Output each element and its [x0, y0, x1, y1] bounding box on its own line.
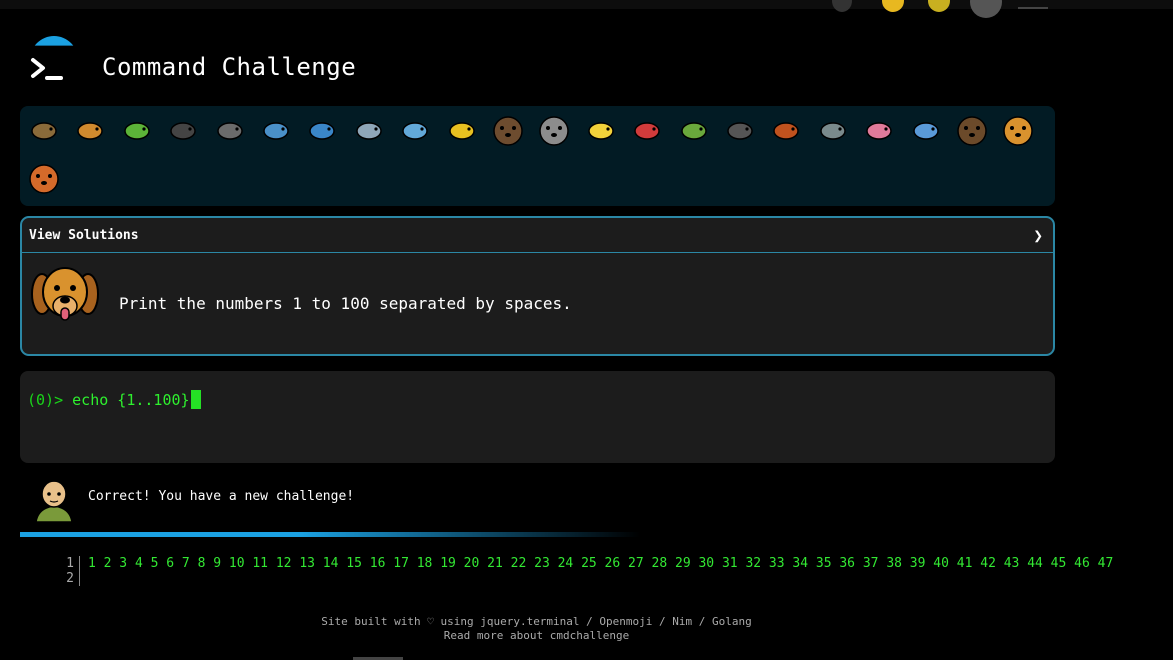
butterfly-icon[interactable] [72, 112, 108, 148]
spider-web-icon[interactable] [212, 112, 248, 148]
terminal-prompt-line[interactable]: (0)> echo {1..100} [27, 390, 201, 409]
challenge-animal-strip [20, 106, 1055, 206]
top-bar [0, 0, 1173, 18]
view-solutions-header[interactable]: View Solutions ❯ [22, 218, 1053, 253]
bee-icon[interactable] [583, 112, 619, 148]
terminal[interactable]: (0)> echo {1..100} [20, 371, 1055, 463]
microbe-icon[interactable] [908, 112, 944, 148]
shark-icon[interactable] [304, 112, 340, 148]
top-icon-3[interactable] [928, 0, 950, 12]
terminal-icon [31, 58, 63, 80]
view-solutions-label[interactable]: View Solutions [29, 228, 139, 243]
top-avatar[interactable] [970, 0, 1002, 18]
footer-credits: Site built with ♡ using jquery.terminal … [321, 615, 752, 628]
command-input[interactable]: echo {1..100} [72, 391, 189, 409]
spider-icon[interactable] [722, 112, 758, 148]
line-number: 2 [66, 571, 74, 586]
scorpion-icon[interactable] [768, 112, 804, 148]
ladybug-icon[interactable] [629, 112, 665, 148]
dog-face-icon [31, 267, 99, 321]
top-icon-1[interactable] [832, 0, 852, 12]
page-title: Command Challenge [102, 53, 357, 81]
chevron-right-icon[interactable]: ❯ [1033, 226, 1043, 245]
challenge-description: Print the numbers 1 to 100 separated by … [119, 294, 572, 313]
footer: Site built with ♡ using jquery.terminal … [0, 615, 1073, 643]
result-message: Correct! You have a new challenge! [88, 489, 355, 504]
fish-icon[interactable] [397, 112, 433, 148]
ant-icon[interactable] [165, 112, 201, 148]
command-output: 1 1 2 3 4 5 6 7 8 9 10 11 12 13 14 15 16… [60, 556, 1173, 586]
tropical-fish-icon[interactable] [444, 112, 480, 148]
worm-icon[interactable] [861, 112, 897, 148]
terminal-cursor [190, 390, 201, 409]
monkey-icon[interactable] [954, 112, 990, 148]
footer-read-more-link[interactable]: Read more about cmdchallenge [0, 629, 1073, 643]
caterpillar-icon[interactable] [119, 112, 155, 148]
line-number: 1 [66, 556, 74, 571]
snail-icon[interactable] [26, 112, 62, 148]
dog-icon[interactable] [1000, 112, 1036, 148]
prompt-symbol: (0)> [27, 391, 64, 409]
output-line-1: 1 1 2 3 4 5 6 7 8 9 10 11 12 13 14 15 16… [60, 556, 1173, 571]
cricket-icon[interactable] [676, 112, 712, 148]
challenge-panel: View Solutions ❯ Print the numbers 1 to … [20, 216, 1055, 356]
fly-icon[interactable] [815, 112, 851, 148]
fox-icon[interactable] [26, 160, 62, 196]
hedgehog-icon[interactable] [490, 112, 526, 148]
whale-icon[interactable] [258, 112, 294, 148]
output-divider [20, 532, 640, 537]
wolf-icon[interactable] [536, 112, 572, 148]
output-text: 1 2 3 4 5 6 7 8 9 10 11 12 13 14 15 16 1… [88, 556, 1114, 571]
dolphin-icon[interactable] [351, 112, 387, 148]
top-icon-4[interactable] [1018, 7, 1048, 9]
elf-icon [33, 479, 75, 522]
top-icon-2[interactable] [882, 0, 904, 12]
app-logo[interactable] [27, 36, 79, 88]
output-line-2: 2 [60, 571, 1173, 586]
